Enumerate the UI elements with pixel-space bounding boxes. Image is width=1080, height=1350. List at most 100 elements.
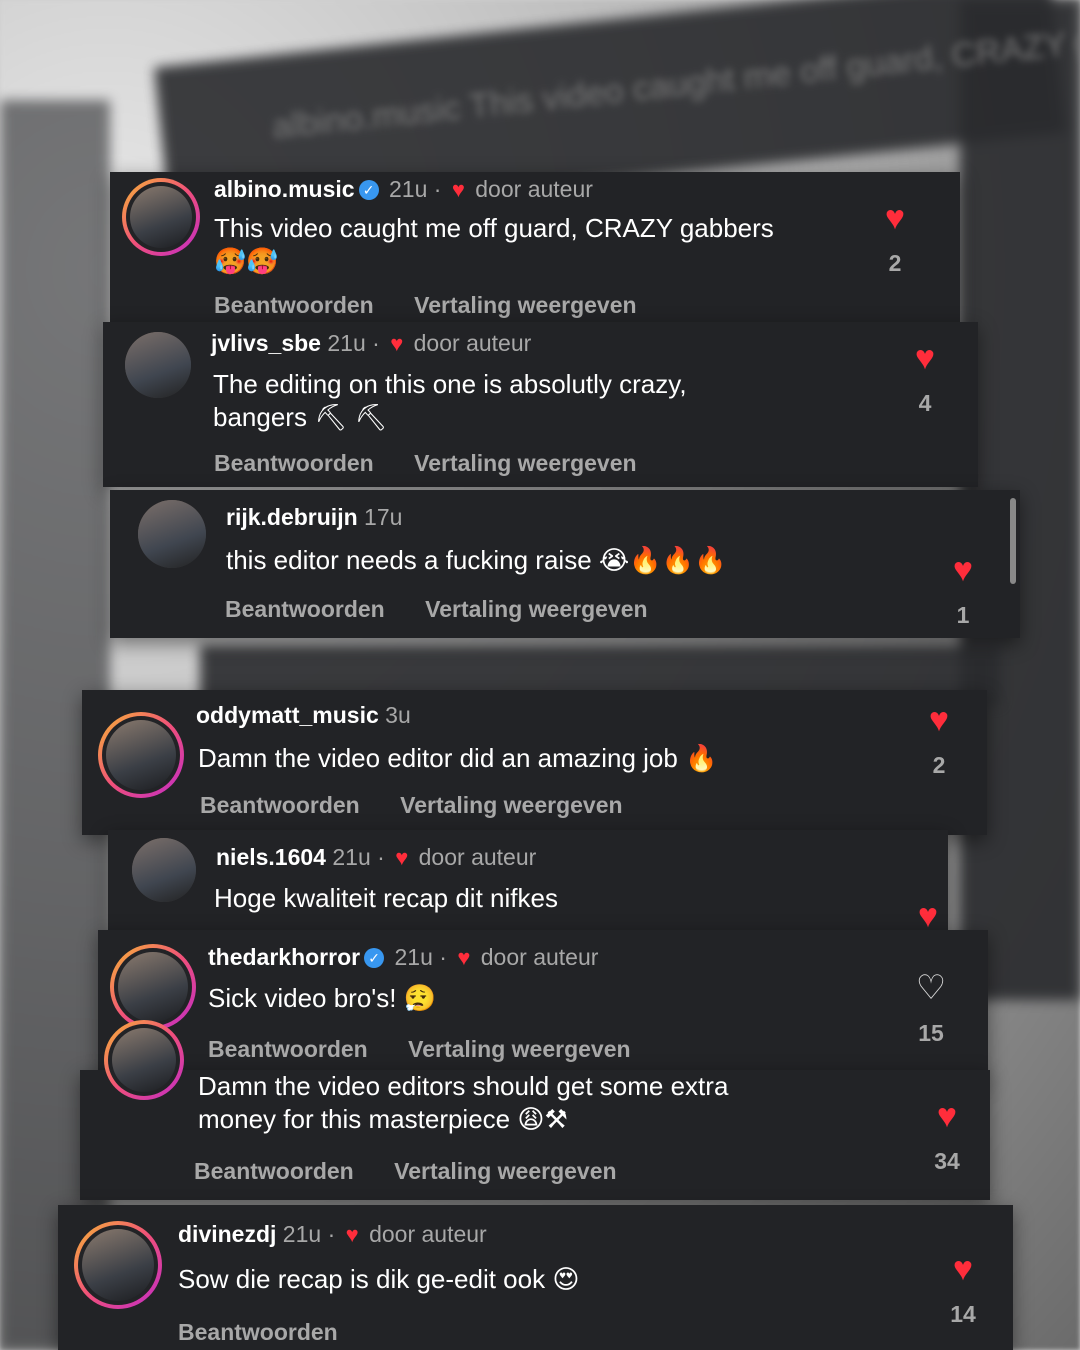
- separator: ·: [377, 844, 385, 870]
- like-count: 4: [918, 390, 932, 416]
- username[interactable]: rijk.debruijn: [226, 504, 358, 530]
- comment-text: this editor needs a fucking raise 😭🔥🔥🔥: [226, 544, 906, 577]
- username[interactable]: thedarkhorror: [208, 944, 360, 970]
- avatar[interactable]: [125, 332, 191, 398]
- comment-emoji: 😍: [552, 1264, 580, 1294]
- heart-icon: ♥: [884, 199, 906, 237]
- comment-emoji: 🥵🥵: [214, 246, 279, 276]
- avatar[interactable]: [110, 944, 196, 1030]
- separator: ·: [433, 176, 442, 202]
- liked-by-author: door auteur: [475, 176, 593, 202]
- like-count: 2: [888, 250, 902, 276]
- username[interactable]: oddymatt_music: [196, 702, 379, 728]
- reply-button[interactable]: Beantwoorden: [214, 292, 374, 318]
- like-button[interactable]: ♥ 2: [914, 702, 964, 779]
- comment-text: This video caught me off guard, CRAZY ga…: [214, 212, 854, 278]
- username[interactable]: jvlivs_sbe: [211, 330, 321, 356]
- comment-card: thedarkhorror ✓ 21u · ♥ door auteur Sick …: [98, 930, 988, 1080]
- reply-button[interactable]: Beantwoorden: [214, 450, 374, 476]
- avatar[interactable]: [98, 712, 184, 798]
- comment-meta: niels.1604 21u · ♥ door auteur: [216, 844, 536, 871]
- username[interactable]: albino.music: [214, 176, 355, 202]
- comment-body-line2: bangers: [213, 402, 307, 432]
- timestamp: 21u: [332, 844, 371, 870]
- comment-body: Damn the video editor did an amazing job: [198, 743, 678, 773]
- liked-by-author: door auteur: [418, 844, 537, 870]
- comment-meta: albino.music ✓ 21u · ♥ door auteur: [214, 176, 593, 203]
- comment-body: Sick video bro's!: [208, 983, 397, 1013]
- like-button[interactable]: ♥ 14: [938, 1251, 988, 1328]
- reply-button[interactable]: Beantwoorden: [194, 1158, 354, 1184]
- separator: ·: [439, 944, 447, 970]
- reply-button[interactable]: Beantwoorden: [178, 1319, 338, 1345]
- translate-button[interactable]: Vertaling weergeven: [394, 1158, 616, 1184]
- like-button[interactable]: ♥ 2: [870, 200, 920, 277]
- like-button[interactable]: ♡ 15: [906, 970, 956, 1047]
- avatar[interactable]: [132, 838, 196, 902]
- comment-text: Hoge kwaliteit recap dit nifkes: [214, 882, 814, 915]
- comment-meta: thedarkhorror ✓ 21u · ♥ door auteur: [208, 944, 598, 971]
- translate-button[interactable]: Vertaling weergeven: [414, 450, 636, 476]
- reply-button[interactable]: Beantwoorden: [225, 596, 385, 622]
- separator: ·: [327, 1221, 336, 1247]
- comment-actions: Beantwoorden Vertaling weergeven: [200, 792, 657, 819]
- comment-meta: rijk.debruijn 17u: [226, 504, 402, 531]
- translate-button[interactable]: Vertaling weergeven: [425, 596, 647, 622]
- comment-actions: Beantwoorden Vertaling weergeven: [214, 292, 671, 319]
- comment-body: this editor needs a fucking raise: [226, 545, 592, 575]
- like-button[interactable]: ♥ 1: [938, 552, 988, 629]
- comment-text: Sick video bro's! 😮‍💨: [208, 982, 808, 1015]
- comment-card: oddymatt_music 3u Damn the video editor …: [82, 690, 987, 835]
- comment-card: niels.1604 21u · ♥ door auteur Hoge kwal…: [108, 830, 948, 940]
- comment-actions: Beantwoorden: [178, 1319, 372, 1346]
- heart-outline-icon: ♡: [915, 969, 947, 1007]
- comment-body: The editing on this one is absolutly cra…: [213, 369, 687, 399]
- comment-emoji: 😮‍💨: [403, 983, 437, 1013]
- heart-icon: ♥: [395, 845, 409, 870]
- username[interactable]: niels.1604: [216, 844, 326, 870]
- like-count: 15: [918, 1020, 944, 1046]
- comment-text: Damn the video editor did an amazing job…: [198, 742, 858, 775]
- comment-meta: jvlivs_sbe 21u · ♥ door auteur: [211, 330, 531, 357]
- scrollbar[interactable]: [1010, 498, 1016, 584]
- verified-badge-icon: ✓: [358, 180, 379, 200]
- heart-icon: ♥: [952, 551, 974, 589]
- verified-badge-icon: ✓: [364, 948, 385, 968]
- translate-button[interactable]: Vertaling weergeven: [408, 1036, 630, 1062]
- avatar[interactable]: [104, 1020, 184, 1100]
- translate-button[interactable]: Vertaling weergeven: [414, 292, 636, 318]
- avatar[interactable]: [122, 178, 200, 256]
- liked-by-author: door auteur: [369, 1221, 487, 1247]
- comment-text: Sow die recap is dik ge-edit ook 😍: [178, 1263, 818, 1296]
- avatar[interactable]: [74, 1221, 162, 1309]
- comment-card: rijk.debruijn 17u this editor needs a fu…: [110, 490, 1020, 638]
- comment-emoji: ⛏ ⛏: [314, 402, 388, 432]
- comment-body: This video caught me off guard, CRAZY ga…: [214, 213, 774, 243]
- comment-text: The editing on this one is absolutly cra…: [213, 368, 833, 434]
- heart-icon: ♥: [345, 1222, 359, 1247]
- timestamp: 21u: [394, 944, 433, 970]
- avatar[interactable]: [138, 500, 206, 568]
- comment-body-line2: money for this masterpiece: [198, 1104, 511, 1134]
- like-button[interactable]: ♥ 34: [922, 1098, 972, 1175]
- comment-text: Damn the video editors should get some e…: [198, 1070, 878, 1136]
- comment-card: divinezdj 21u · ♥ door auteur Sow die re…: [58, 1205, 1013, 1350]
- reply-button[interactable]: Beantwoorden: [200, 792, 360, 818]
- comment-card: albino.music ✓ 21u · ♥ door auteur This v…: [110, 172, 960, 324]
- like-button[interactable]: ♥: [903, 898, 953, 934]
- translate-button[interactable]: Vertaling weergeven: [400, 792, 622, 818]
- comment-meta: oddymatt_music 3u: [196, 702, 411, 729]
- timestamp: 3u: [385, 702, 411, 728]
- heart-icon: ♥: [928, 701, 950, 739]
- like-button[interactable]: ♥ 4: [900, 340, 950, 417]
- heart-icon: ♥: [936, 1097, 958, 1135]
- heart-icon: ♥: [917, 897, 939, 935]
- liked-by-author: door auteur: [413, 330, 532, 356]
- comment-meta: divinezdj 21u · ♥ door auteur: [178, 1221, 487, 1248]
- comment-actions: Beantwoorden Vertaling weergeven: [225, 596, 682, 623]
- username[interactable]: divinezdj: [178, 1221, 276, 1247]
- comment-actions: Beantwoorden Vertaling weergeven: [208, 1036, 665, 1063]
- reply-button[interactable]: Beantwoorden: [208, 1036, 368, 1062]
- timestamp: 21u: [282, 1221, 322, 1247]
- comment-actions: Beantwoorden Vertaling weergeven: [214, 450, 671, 477]
